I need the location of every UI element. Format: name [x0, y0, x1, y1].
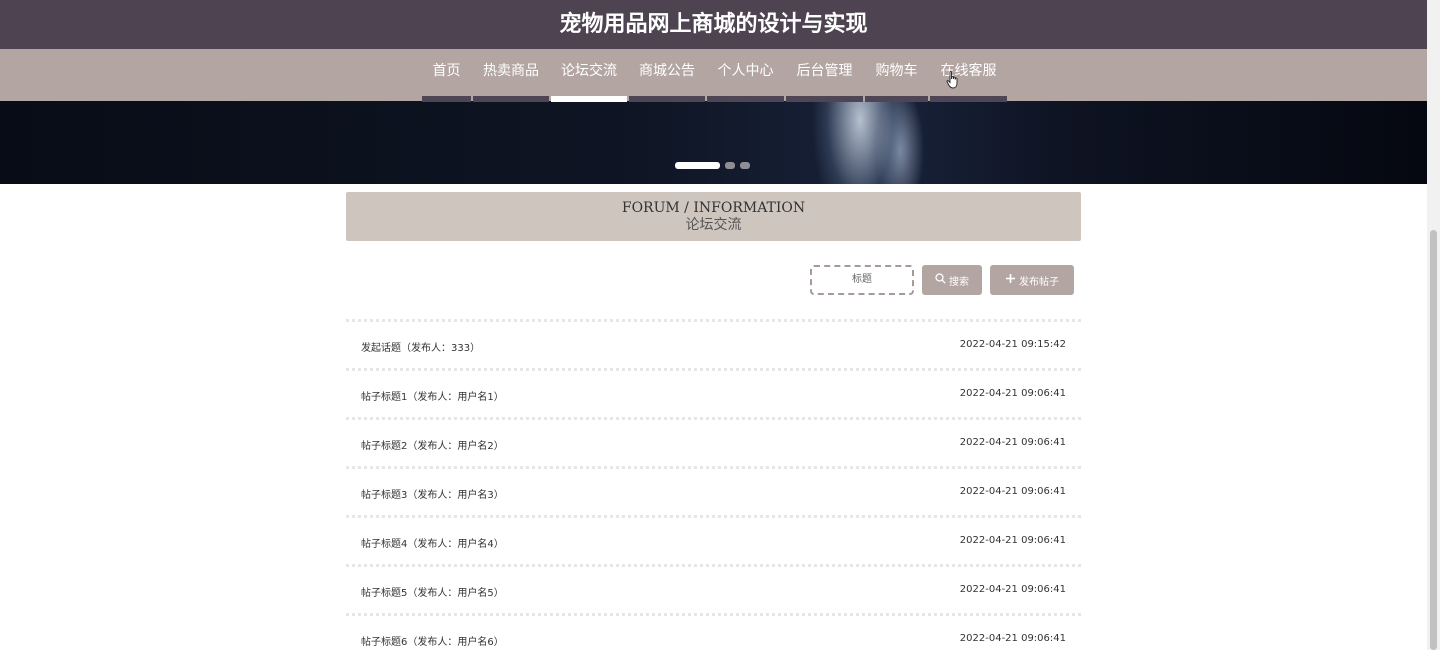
- search-button-label: 搜索: [949, 276, 969, 288]
- post-row[interactable]: 帖子标题3（发布人：用户名3） 2022-04-21 09:06:41: [346, 466, 1081, 515]
- search-button[interactable]: 搜索: [922, 265, 982, 295]
- section-title-cn: 论坛交流: [685, 217, 742, 233]
- post-title[interactable]: 帖子标题3（发布人：用户名3）: [361, 486, 504, 501]
- post-title[interactable]: 帖子标题6（发布人：用户名6）: [361, 633, 504, 648]
- carousel-dot-2[interactable]: [725, 162, 735, 169]
- nav-item-announcements[interactable]: 商城公告: [628, 49, 706, 102]
- hand-cursor-icon: [946, 71, 958, 89]
- post-time: 2022-04-21 09:06:41: [959, 584, 1066, 595]
- nav-item-cart[interactable]: 购物车: [864, 49, 929, 102]
- nav-item-forum[interactable]: 论坛交流: [550, 49, 628, 102]
- plus-icon: [1005, 273, 1016, 287]
- post-title[interactable]: 发起话题（发布人：333）: [361, 339, 480, 354]
- post-row[interactable]: 帖子标题2（发布人：用户名2） 2022-04-21 09:06:41: [346, 417, 1081, 466]
- post-time: 2022-04-21 09:15:42: [959, 339, 1066, 350]
- post-title[interactable]: 帖子标题5（发布人：用户名5）: [361, 584, 504, 599]
- post-row[interactable]: 帖子标题1（发布人：用户名1） 2022-04-21 09:06:41: [346, 368, 1081, 417]
- nav-item-customer-service[interactable]: 在线客服: [929, 49, 1008, 102]
- new-post-button[interactable]: 发布帖子: [990, 265, 1074, 295]
- post-row[interactable]: 帖子标题6（发布人：用户名6） 2022-04-21 09:06:41: [346, 613, 1081, 650]
- page: 宠物用品网上商城的设计与实现 首页 热卖商品 论坛交流 商城公告 个人中心 后台…: [0, 0, 1440, 650]
- search-icon: [935, 273, 946, 287]
- post-time: 2022-04-21 09:06:41: [959, 535, 1066, 546]
- nav-item-label: 热卖商品: [483, 63, 539, 79]
- post-time: 2022-04-21 09:06:41: [959, 486, 1066, 497]
- post-title[interactable]: 帖子标题1（发布人：用户名1）: [361, 388, 504, 403]
- post-time: 2022-04-21 09:06:41: [959, 633, 1066, 644]
- carousel-dot-1[interactable]: [675, 162, 720, 169]
- nav-item-hot-products[interactable]: 热卖商品: [472, 49, 550, 102]
- site-title: 宠物用品网上商城的设计与实现: [0, 0, 1427, 49]
- nav-item-label: 商城公告: [639, 63, 695, 79]
- post-title[interactable]: 帖子标题4（发布人：用户名4）: [361, 535, 504, 550]
- nav-item-personal-center[interactable]: 个人中心: [706, 49, 785, 102]
- post-time: 2022-04-21 09:06:41: [959, 388, 1066, 399]
- scrollbar-thumb[interactable]: [1430, 230, 1437, 650]
- new-post-button-label: 发布帖子: [1019, 276, 1059, 288]
- section-title-en: FORUM / INFORMATION: [621, 200, 806, 216]
- post-row[interactable]: 帖子标题4（发布人：用户名4） 2022-04-21 09:06:41: [346, 515, 1081, 564]
- post-row[interactable]: 发起话题（发布人：333） 2022-04-21 09:15:42: [346, 319, 1081, 368]
- post-title[interactable]: 帖子标题2（发布人：用户名2）: [361, 437, 504, 452]
- section-heading: FORUM / INFORMATION 论坛交流: [346, 192, 1081, 241]
- page-scrollbar[interactable]: [1427, 0, 1440, 650]
- carousel-dot-3[interactable]: [740, 162, 750, 169]
- nav-item-label: 论坛交流: [561, 63, 617, 79]
- main-nav: 首页 热卖商品 论坛交流 商城公告 个人中心 后台管理 购物车 在线客服: [0, 49, 1427, 102]
- nav-item-label: 购物车: [875, 63, 918, 79]
- nav-item-label: 后台管理: [796, 63, 853, 79]
- carousel-indicators: [675, 162, 750, 169]
- nav-item-label: 首页: [432, 63, 461, 79]
- post-row[interactable]: 帖子标题5（发布人：用户名5） 2022-04-21 09:06:41: [346, 564, 1081, 613]
- nav-item-label: 个人中心: [717, 63, 774, 79]
- title-search-input[interactable]: [810, 265, 914, 295]
- forum-post-list: 发起话题（发布人：333） 2022-04-21 09:15:42 帖子标题1（…: [346, 319, 1081, 650]
- nav-item-home[interactable]: 首页: [421, 49, 472, 102]
- nav-item-admin[interactable]: 后台管理: [785, 49, 864, 102]
- post-time: 2022-04-21 09:06:41: [959, 437, 1066, 448]
